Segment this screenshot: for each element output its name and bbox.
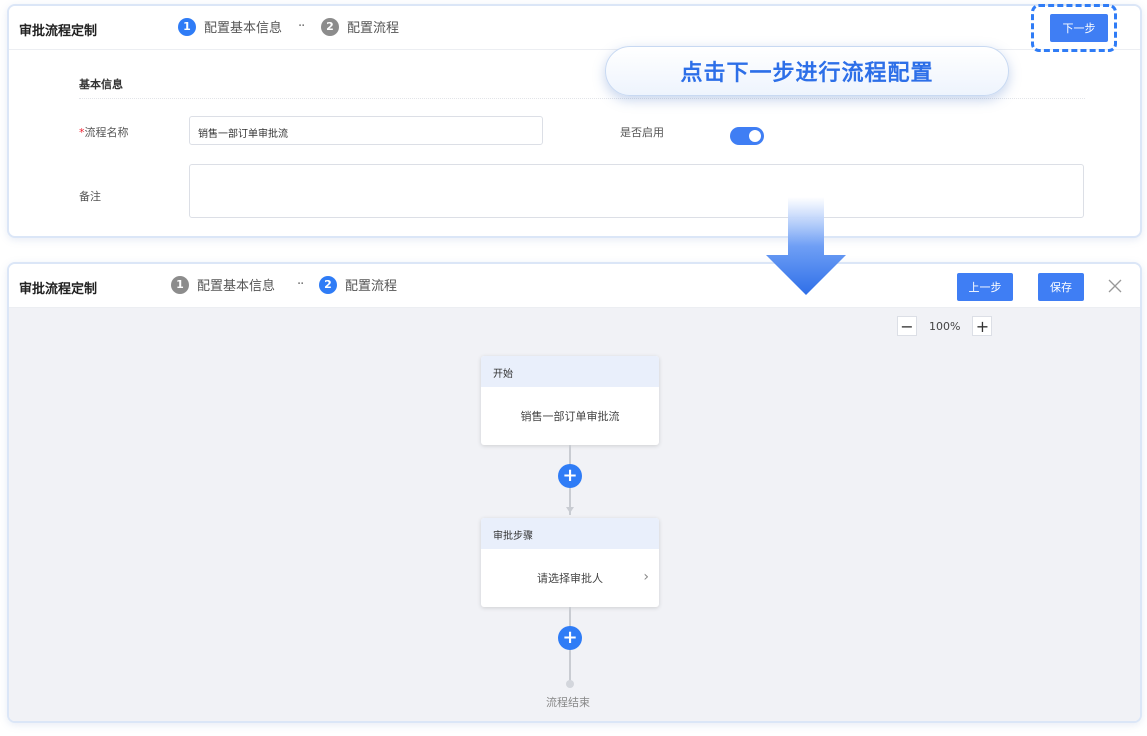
end-dot <box>566 680 574 688</box>
zoom-value: 100% <box>929 319 961 333</box>
next-button-highlight <box>1031 4 1117 52</box>
flow-end-label: 流程结束 <box>546 696 590 709</box>
step-label: 配置基本信息 <box>197 279 276 294</box>
step-number: 2 <box>321 17 339 36</box>
approval-step-node[interactable]: 审批步骤 请选择审批人 › <box>481 518 659 607</box>
zoom-in-button[interactable]: + <box>972 316 993 336</box>
step-label: 配置流程 <box>345 279 398 294</box>
add-node-icon[interactable]: + <box>558 464 582 488</box>
flow-name-label: *流程名称 <box>79 124 129 140</box>
connector-arrow-icon <box>566 507 574 513</box>
approver-placeholder: 请选择审批人 <box>537 572 603 585</box>
flow-name-label-text: 流程名称 <box>84 126 129 139</box>
section-divider <box>79 98 1085 99</box>
basic-info-panel: 审批流程定制 1 配置基本信息 ·· 2 配置流程 下一步 基本信息 *流程名称… <box>7 4 1142 238</box>
step-basic-info[interactable]: 1 配置基本信息 <box>171 275 275 294</box>
step-config-flow[interactable]: 2 配置流程 <box>321 17 399 36</box>
flow-canvas[interactable]: − 100% + 开始 销售一部订单审批流 + 审批步骤 请选择审批人 › + … <box>9 308 1140 721</box>
remark-textarea[interactable] <box>189 164 1084 218</box>
step-separator: ·· <box>298 19 305 34</box>
zoom-controls: − 100% + <box>897 316 993 336</box>
prev-step-button[interactable]: 上一步 <box>957 273 1013 301</box>
node-header: 开始 <box>481 356 659 387</box>
zoom-out-button[interactable]: − <box>897 316 917 336</box>
step-label: 配置流程 <box>347 21 400 36</box>
section-title: 基本信息 <box>79 78 123 91</box>
start-node[interactable]: 开始 销售一部订单审批流 <box>481 356 659 445</box>
flow-config-panel: 审批流程定制 1 配置基本信息 ·· 2 配置流程 上一步 保存 − 100% … <box>7 262 1142 723</box>
step-number: 1 <box>171 275 189 294</box>
panel-header: 审批流程定制 1 配置基本信息 ·· 2 配置流程 上一步 保存 <box>9 264 1140 308</box>
flow-name-input[interactable]: 销售一部订单审批流 <box>189 116 543 145</box>
node-body: 请选择审批人 › <box>481 549 659 607</box>
add-node-icon[interactable]: + <box>558 626 582 650</box>
enabled-label: 是否启用 <box>620 126 664 139</box>
panel-title: 审批流程定制 <box>19 24 98 39</box>
toggle-knob <box>749 130 761 142</box>
save-button[interactable]: 保存 <box>1038 273 1084 301</box>
step-label: 配置基本信息 <box>204 21 283 36</box>
step-number: 2 <box>319 275 337 294</box>
chevron-right-icon: › <box>643 569 649 585</box>
instruction-callout: 点击下一步进行流程配置 <box>605 46 1009 96</box>
close-icon[interactable] <box>1107 278 1123 294</box>
down-arrow-icon <box>766 197 846 295</box>
step-separator: ·· <box>297 277 304 292</box>
step-config-flow[interactable]: 2 配置流程 <box>319 275 397 294</box>
enabled-toggle[interactable] <box>730 127 764 145</box>
node-body: 销售一部订单审批流 <box>520 410 620 423</box>
remark-label: 备注 <box>79 190 101 203</box>
step-basic-info[interactable]: 1 配置基本信息 <box>178 17 282 36</box>
node-header: 审批步骤 <box>481 518 659 549</box>
panel-header: 审批流程定制 1 配置基本信息 ·· 2 配置流程 下一步 <box>9 6 1140 50</box>
panel-title: 审批流程定制 <box>19 282 98 297</box>
step-number: 1 <box>178 17 196 36</box>
